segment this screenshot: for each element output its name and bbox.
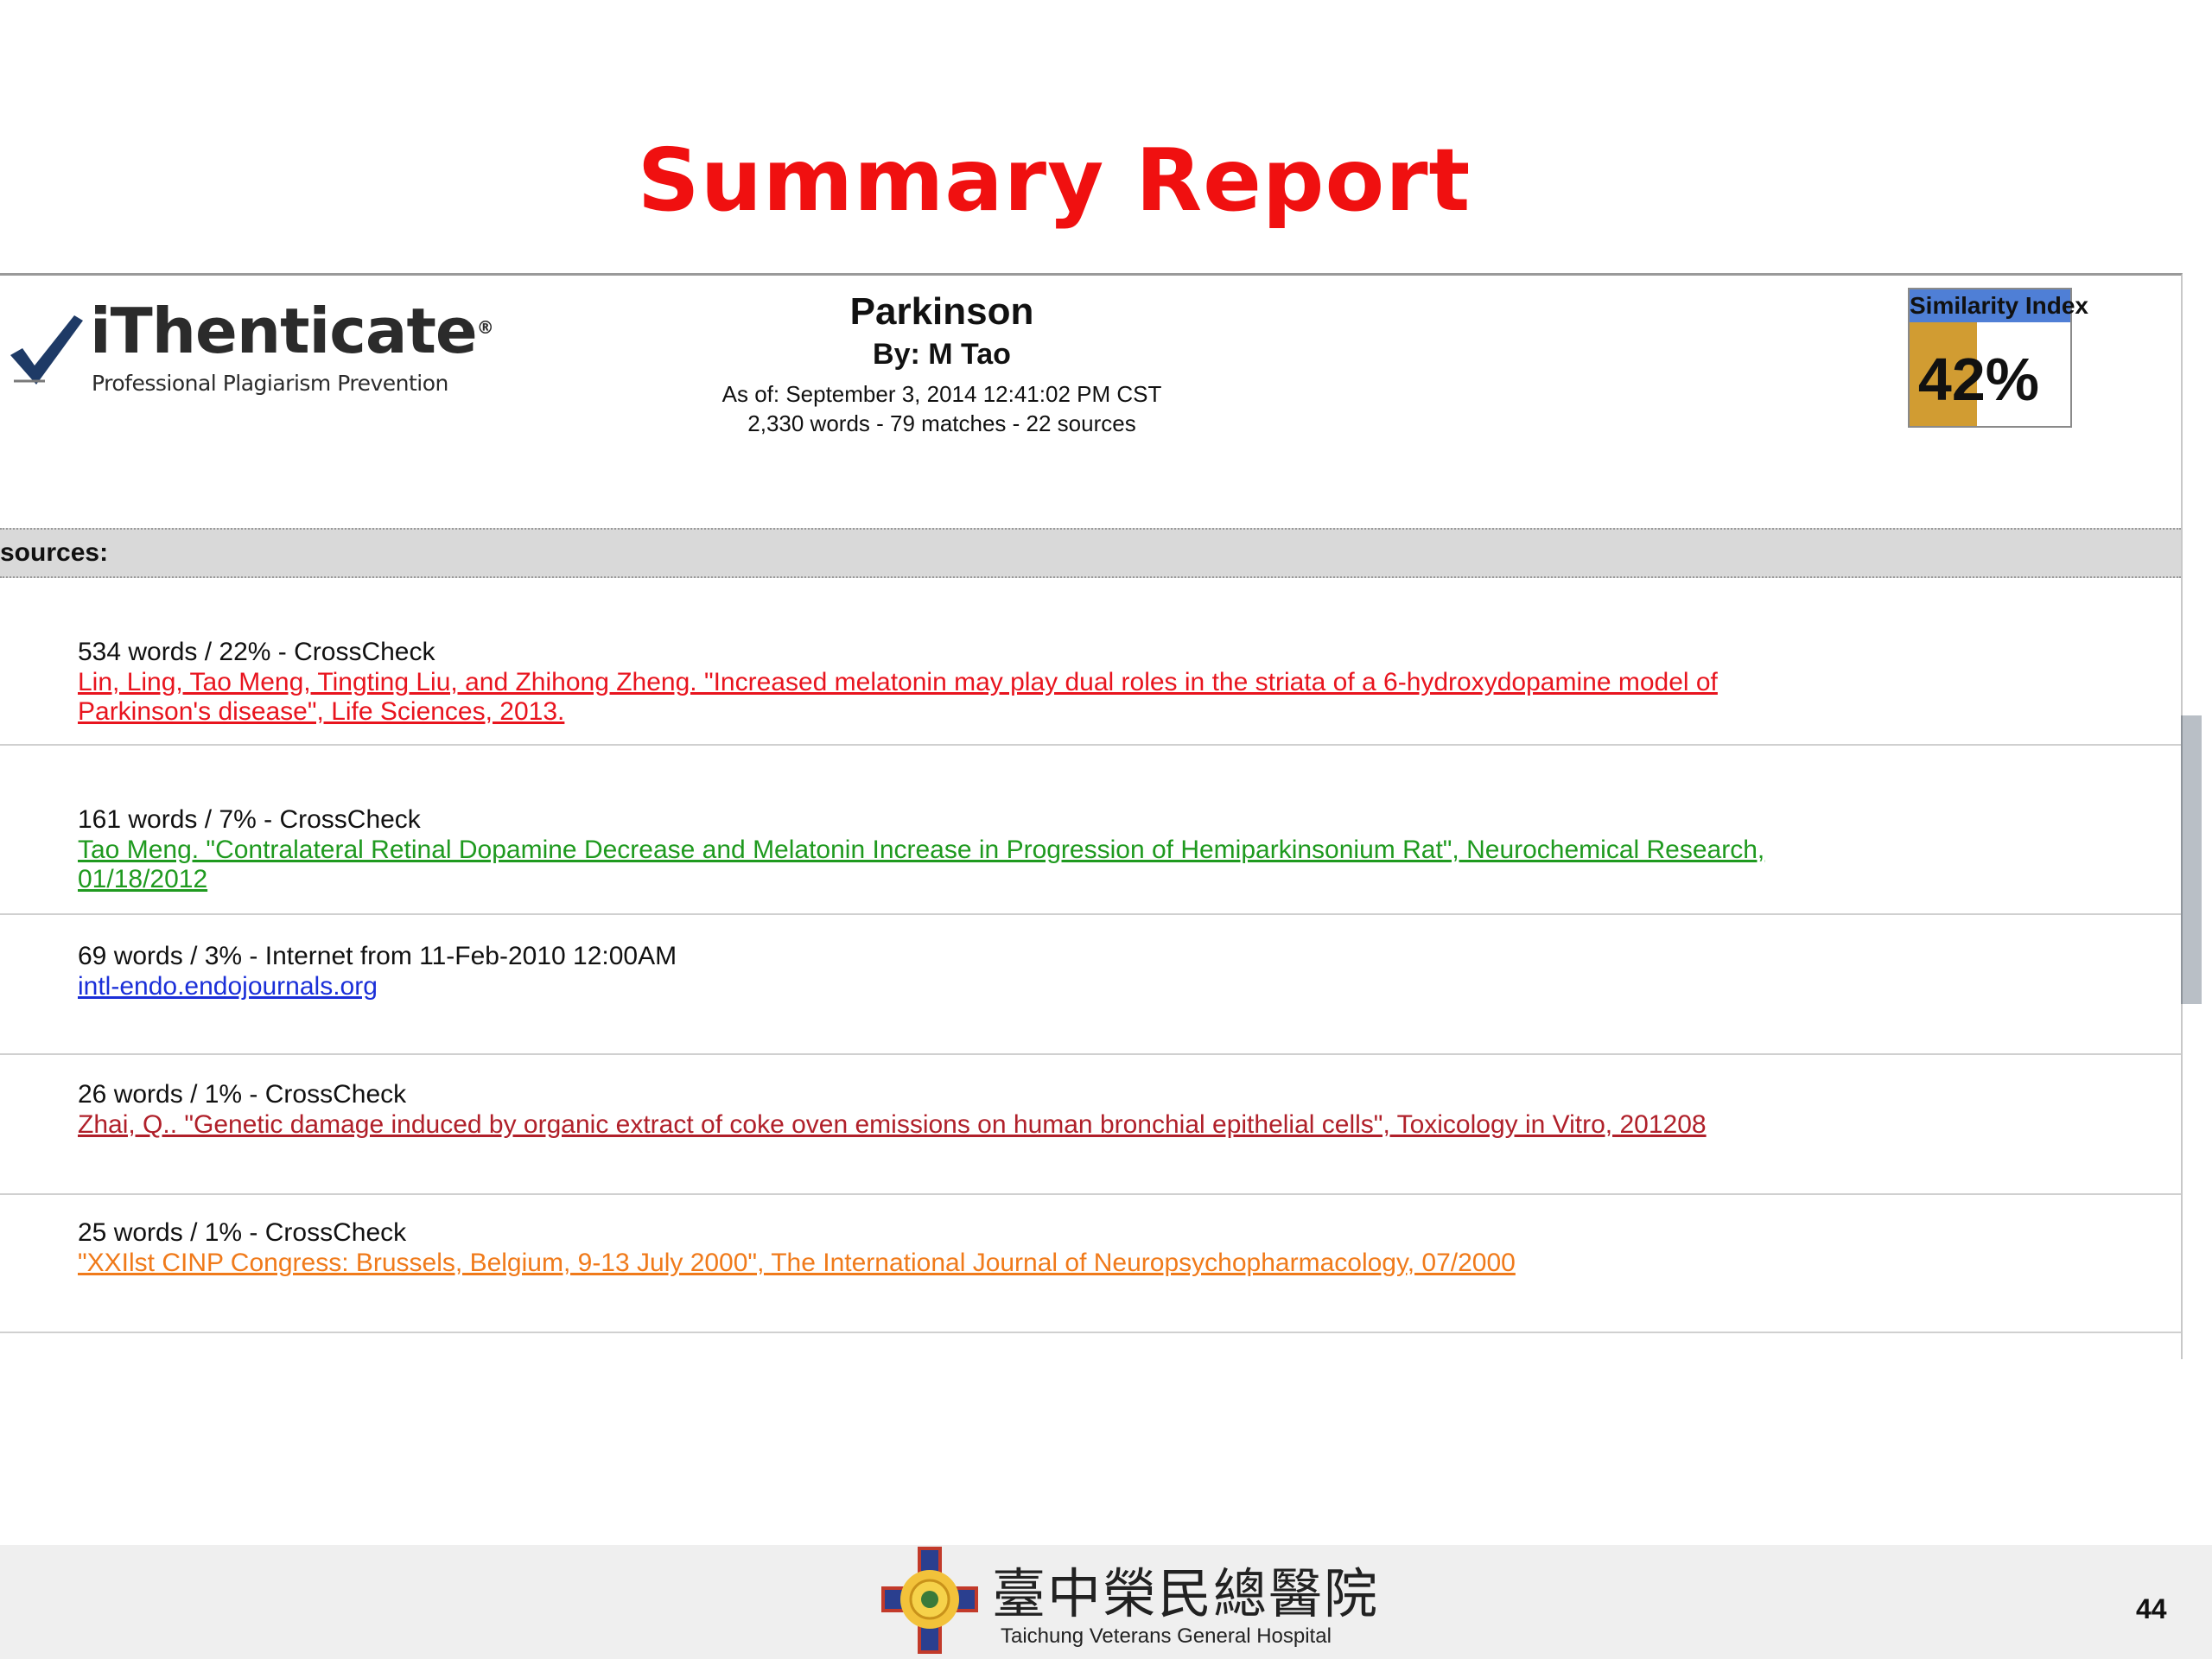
source-meta: 534 words / 22% - CrossCheck — [78, 638, 435, 666]
registered-mark: ® — [476, 317, 494, 338]
side-scroll-tab[interactable] — [2181, 715, 2202, 1004]
checkmark-icon — [10, 315, 83, 385]
source-meta: 26 words / 1% - CrossCheck — [78, 1080, 407, 1109]
source-link[interactable]: "XXIlst CINP Congress: Brussels, Belgium… — [78, 1249, 1809, 1278]
similarity-index-value: 42% — [1917, 346, 2039, 413]
logo-name: iThenticate — [90, 295, 478, 367]
page-number: 44 — [2136, 1593, 2167, 1624]
source-item: 69 words / 3% - Internet from 11-Feb-201… — [0, 915, 2181, 1055]
document-stats: 2,330 words - 79 matches - 22 sources — [747, 410, 1136, 436]
source-link[interactable]: Zhai, Q.. "Genetic damage induced by org… — [78, 1110, 1809, 1140]
source-link[interactable]: intl-endo.endojournals.org — [78, 972, 1809, 1001]
source-link[interactable]: Tao Meng. "Contralateral Retinal Dopamin… — [78, 836, 1809, 894]
hospital-emblem-icon — [881, 1547, 978, 1654]
report-panel: iThenticate® Professional Plagiarism Pre… — [0, 273, 2183, 1359]
source-item: 26 words / 1% - CrossCheck Zhai, Q.. "Ge… — [0, 1055, 2181, 1195]
source-item: 161 words / 7% - CrossCheck Tao Meng. "C… — [0, 746, 2181, 915]
hospital-name-english: Taichung Veterans General Hospital — [1001, 1624, 1332, 1648]
sources-label: sources: — [0, 538, 109, 567]
source-meta: 69 words / 3% - Internet from 11-Feb-201… — [78, 942, 677, 970]
source-meta: 25 words / 1% - CrossCheck — [78, 1218, 407, 1247]
source-item: 534 words / 22% - CrossCheck Lin, Ling, … — [0, 576, 2181, 746]
document-title: Parkinson — [849, 290, 1034, 333]
similarity-index-label: Similarity Index — [1910, 289, 2088, 322]
report-header: iThenticate® Professional Plagiarism Pre… — [0, 276, 2181, 526]
document-info: Parkinson By: M Tao As of: September 3, … — [639, 289, 1244, 438]
hospital-name-chinese: 臺中榮民總醫院 — [992, 1562, 1380, 1625]
source-item: 25 words / 1% - CrossCheck "XXIlst CINP … — [0, 1195, 2181, 1333]
source-meta: 161 words / 7% - CrossCheck — [78, 805, 421, 834]
sources-header: sources: — [0, 528, 2181, 578]
document-date: As of: September 3, 2014 12:41:02 PM CST — [721, 381, 1162, 407]
document-author: By: M Tao — [873, 338, 1011, 371]
slide-footer: 臺中榮民總醫院 Taichung Veterans General Hospit… — [0, 1545, 2212, 1659]
similarity-index-box: Similarity Index 42% — [1908, 288, 2088, 428]
source-list: 534 words / 22% - CrossCheck Lin, Ling, … — [0, 576, 2181, 1333]
source-link[interactable]: Lin, Ling, Tao Meng, Tingting Liu, and Z… — [78, 668, 1809, 727]
logo-tagline: Professional Plagiarism Prevention — [92, 371, 448, 396]
slide-title: Summary Report — [637, 130, 1471, 231]
slide: Summary Report iThenticate® Professional… — [0, 0, 2212, 1659]
ithenticate-logo: iThenticate® Professional Plagiarism Pre… — [7, 295, 494, 398]
